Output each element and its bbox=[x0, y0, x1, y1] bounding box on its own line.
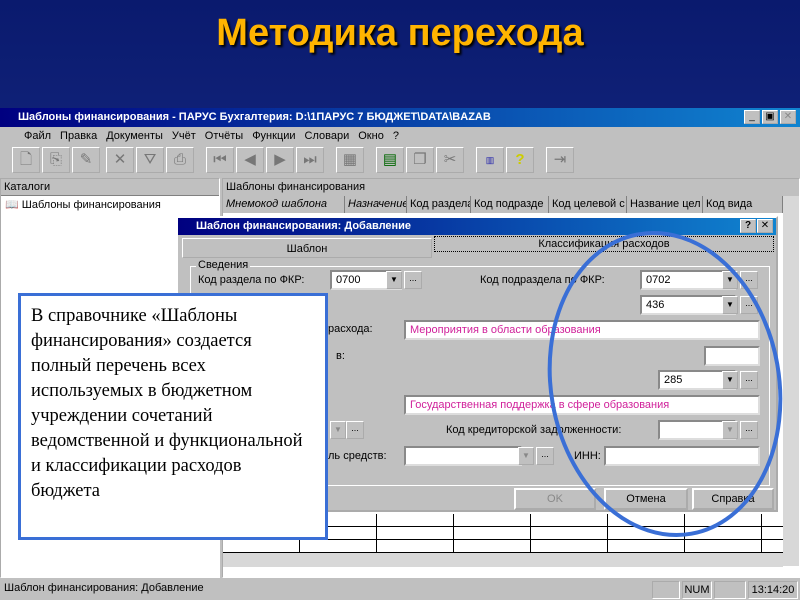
exit-icon[interactable]: ⇥ bbox=[546, 147, 574, 173]
dialog-close-button[interactable]: ✕ bbox=[757, 219, 773, 233]
documents-icon[interactable]: ❐ bbox=[406, 147, 434, 173]
menu-accounting[interactable]: Учёт bbox=[172, 130, 196, 142]
type-name-field[interactable]: Государственная поддержка в сфере образо… bbox=[404, 395, 760, 415]
horizontal-scrollbar[interactable] bbox=[223, 553, 783, 567]
chevron-down-icon[interactable]: ▼ bbox=[518, 447, 534, 465]
fkr-section-label: Код раздела по ФКР: bbox=[198, 274, 305, 286]
funds-label: ль средств: bbox=[328, 450, 387, 462]
chevron-down-icon[interactable]: ▼ bbox=[722, 271, 738, 289]
column-header[interactable]: Код раздела п bbox=[407, 196, 471, 213]
last-icon[interactable]: ⏭ bbox=[296, 147, 324, 173]
prev-icon[interactable]: ◀ bbox=[236, 147, 264, 173]
callout-box: В справочнике «Шаблоны финансирования» с… bbox=[18, 293, 328, 540]
status-bar: Шаблон финансирования: Добавление NUM 13… bbox=[0, 578, 800, 600]
copy-icon[interactable]: ⎘ bbox=[42, 147, 70, 173]
ellipsis-button[interactable]: ... bbox=[740, 421, 758, 439]
status-time: 13:14:20 bbox=[748, 581, 798, 599]
tools-icon[interactable]: ✂ bbox=[436, 147, 464, 173]
print-icon[interactable]: ⎙ bbox=[166, 147, 194, 173]
calendar-icon[interactable]: ▦ bbox=[336, 147, 364, 173]
menu-functions[interactable]: Функции bbox=[252, 130, 295, 142]
chevron-down-icon[interactable]: ▼ bbox=[386, 271, 402, 289]
menu-reports[interactable]: Отчёты bbox=[205, 130, 243, 142]
expense-label: расхода: bbox=[328, 323, 373, 335]
ellipsis-button[interactable]: ... bbox=[536, 447, 554, 465]
ellipsis-button[interactable]: ... bbox=[346, 421, 364, 439]
status-cell bbox=[652, 581, 680, 599]
tab-template[interactable]: Шаблон bbox=[182, 238, 432, 258]
expense-name-field[interactable]: Мероприятия в области образования bbox=[404, 320, 760, 340]
slide-title: Методика перехода bbox=[216, 12, 584, 54]
window-titlebar: Шаблоны финансирования - ПАРУС Бухгалтер… bbox=[0, 108, 800, 127]
ellipsis-button[interactable]: ... bbox=[740, 296, 758, 314]
ok-button[interactable]: OK bbox=[514, 488, 596, 510]
status-cell bbox=[714, 581, 746, 599]
menu-bar: Файл Правка Документы Учёт Отчёты Функции Слов… bbox=[24, 130, 408, 142]
catalog-item-label: Шаблоны финансирования bbox=[21, 199, 161, 211]
group-label: Сведения bbox=[196, 259, 251, 271]
funds-field[interactable] bbox=[404, 446, 522, 466]
fkr-subsection-label: Код подраздела по ФКР: bbox=[480, 274, 605, 286]
ellipsis-button[interactable]: ... bbox=[740, 271, 758, 289]
column-header[interactable]: Назначение bbox=[345, 196, 407, 213]
column-header[interactable]: Название цел bbox=[627, 196, 703, 213]
delete-icon[interactable]: ✕ bbox=[106, 147, 134, 173]
status-text: Шаблон финансирования: Добавление bbox=[4, 582, 204, 594]
menu-help[interactable]: ? bbox=[393, 130, 399, 142]
filter-icon[interactable]: ⛛ bbox=[136, 147, 164, 173]
chevron-down-icon[interactable]: ▼ bbox=[722, 421, 738, 439]
column-header[interactable]: Мнемокод шаблона bbox=[223, 196, 345, 213]
help-button[interactable]: Справка bbox=[692, 488, 774, 510]
column-headers: Мнемокод шаблона Назначение Код раздела … bbox=[223, 196, 799, 213]
chevron-down-icon[interactable]: ▼ bbox=[330, 421, 346, 439]
column-header[interactable]: Код вида bbox=[703, 196, 783, 213]
cancel-button[interactable]: Отмена bbox=[604, 488, 688, 510]
minimize-button[interactable]: _ bbox=[744, 110, 760, 124]
num-indicator: NUM bbox=[682, 581, 712, 599]
next-icon[interactable]: ▶ bbox=[266, 147, 294, 173]
templates-header: Шаблоны финансирования bbox=[223, 179, 799, 196]
inn-label: ИНН: bbox=[574, 450, 601, 462]
garant-icon[interactable]: ▥ bbox=[476, 147, 504, 173]
dialog-help-button[interactable]: ? bbox=[740, 219, 756, 233]
new-icon[interactable]: 🗋 bbox=[12, 147, 40, 173]
catalog-item[interactable]: 📖 Шаблоны финансирования bbox=[1, 196, 219, 213]
menu-window[interactable]: Окно bbox=[358, 130, 384, 142]
vertical-scrollbar[interactable] bbox=[783, 196, 799, 566]
creditor-label: Код кредиторской задолженности: bbox=[446, 424, 622, 436]
calculator-icon[interactable]: ▤ bbox=[376, 147, 404, 173]
chevron-down-icon[interactable]: ▼ bbox=[722, 296, 738, 314]
inn-field[interactable] bbox=[604, 446, 760, 466]
small-field[interactable] bbox=[704, 346, 760, 366]
close-button[interactable]: ✕ bbox=[780, 110, 796, 124]
column-header[interactable]: Код подразде bbox=[471, 196, 549, 213]
column-header[interactable]: Код целевой с bbox=[549, 196, 627, 213]
tab-expense-classification[interactable]: Классификация расходов bbox=[434, 236, 774, 252]
maximize-button[interactable]: ▣ bbox=[762, 110, 778, 124]
menu-documents[interactable]: Документы bbox=[106, 130, 163, 142]
ellipsis-button[interactable]: ... bbox=[404, 271, 422, 289]
menu-file[interactable]: Файл bbox=[24, 130, 51, 142]
menu-dictionaries[interactable]: Словари bbox=[305, 130, 350, 142]
help-icon[interactable]: ? bbox=[506, 147, 534, 173]
dialog-title: Шаблон финансирования: Добавление bbox=[178, 218, 776, 235]
chevron-down-icon[interactable]: ▼ bbox=[722, 371, 738, 389]
catalogs-header: Каталоги bbox=[1, 179, 219, 196]
edit-icon[interactable]: ✎ bbox=[72, 147, 100, 173]
ellipsis-button[interactable]: ... bbox=[740, 371, 758, 389]
field-label: в: bbox=[336, 350, 345, 362]
first-icon[interactable]: ⏮ bbox=[206, 147, 234, 173]
menu-edit[interactable]: Правка bbox=[60, 130, 97, 142]
